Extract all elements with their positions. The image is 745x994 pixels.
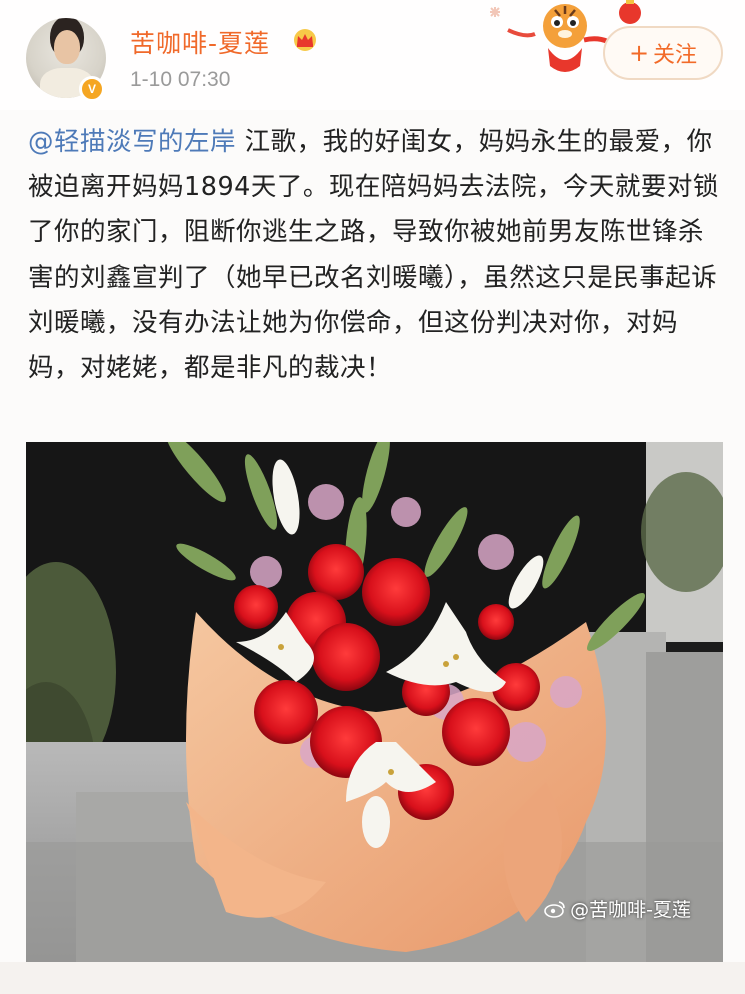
verified-badge-icon: V: [79, 76, 105, 102]
image-watermark: @苦咖啡-夏莲: [544, 895, 691, 922]
post-image[interactable]: @苦咖啡-夏莲: [26, 442, 723, 962]
bottom-strip: [0, 962, 745, 994]
follow-label: 关注: [653, 43, 698, 68]
post-content: @轻描淡写的左岸 江歌，我的好闺女，妈妈永生的最爱，你被迫离开妈妈1894天了。…: [28, 120, 728, 391]
author-name[interactable]: 苦咖啡-夏莲: [130, 24, 270, 60]
post-body: 江歌，我的好闺女，妈妈永生的最爱，你被迫离开妈妈1894天了。现在陪妈妈去法院，…: [28, 127, 719, 384]
post-time: 1-10 07:30: [130, 68, 231, 91]
weibo-logo-icon: [544, 900, 566, 918]
bouquet-photo: [26, 442, 723, 962]
plus-icon: +: [628, 39, 650, 67]
watermark-text: @苦咖啡-夏莲: [570, 899, 691, 921]
crown-icon: [294, 29, 316, 51]
avatar-face: [54, 30, 80, 64]
post-header: V 苦咖啡-夏莲 1-10 07:30 + 关注: [0, 0, 745, 110]
mention-link[interactable]: @轻描淡写的左岸: [28, 127, 236, 157]
follow-button[interactable]: + 关注: [603, 26, 723, 80]
